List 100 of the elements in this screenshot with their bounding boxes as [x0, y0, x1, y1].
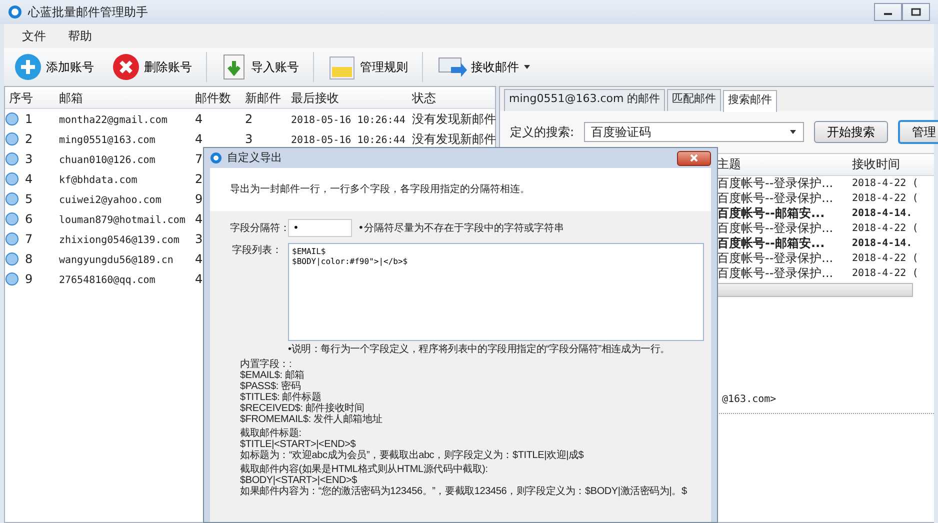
table-cell: 7	[195, 152, 203, 166]
status-globe-icon	[5, 232, 19, 246]
close-icon	[690, 154, 698, 162]
tab[interactable]: ming0551@163.com 的邮件	[504, 89, 666, 110]
column-header: 状态	[411, 90, 437, 106]
status-globe-icon	[5, 172, 19, 186]
table-cell-text: 百度帐号--登录保护...	[716, 250, 834, 267]
help-text: 如果邮件内容为：“您的激活密码为123456。”，要截取123456，则字段定义为：$BODY|激活密码为|。$	[240, 486, 687, 497]
table-cell: zhixiong0546@139.com	[59, 235, 180, 246]
window-title: 心蓝批量邮件管理助手	[28, 4, 148, 21]
table-cell-text: 2018-4-22 (	[851, 192, 918, 206]
table-cell-text: 4	[25, 171, 33, 188]
field-list-box[interactable]: $EMAIL$ $BODY|color:#f90">|</b>$	[288, 243, 704, 341]
search-button[interactable]: 开始搜索	[814, 120, 888, 142]
table-cell: 2	[195, 172, 203, 186]
table-cell-text: 2018-4-22 (	[851, 222, 918, 236]
help-text: $EMAIL$: 邮箱	[240, 370, 304, 381]
maximize-icon	[911, 8, 921, 16]
table-cell-text: 2018-4-22 (	[851, 266, 918, 280]
table-cell-text: 百度帐号--登录保护...	[716, 175, 834, 192]
table-cell: chuan010@126.com	[59, 155, 156, 166]
description-text: 导出为一封邮件一行，一行多个字段，各字段用指定的分隔符相连。	[210, 168, 711, 211]
toolbar-button[interactable]: 删除账号	[108, 53, 196, 81]
table-cell: 3	[195, 232, 203, 246]
toolbar-button[interactable]: 添加账号	[10, 53, 98, 81]
column-header: 邮箱	[58, 90, 84, 106]
close-button[interactable]	[677, 150, 711, 166]
status-globe-icon	[5, 152, 19, 166]
maximize-button[interactable]	[902, 3, 930, 21]
app-logo-icon	[8, 5, 22, 19]
status-globe-icon	[5, 112, 19, 126]
table-cell: 4	[195, 252, 203, 266]
column-header: 新邮件	[244, 90, 282, 106]
dialog-logo-icon	[210, 152, 222, 164]
dialog-title: 自定义导出	[227, 150, 282, 166]
table-cell: 2018-05-16 10:26:44	[291, 115, 406, 126]
toolbar-button[interactable]: 接收邮件	[433, 53, 535, 81]
status-globe-icon	[5, 252, 19, 266]
table-cell: 2	[245, 112, 253, 126]
minimize-button[interactable]	[874, 3, 902, 21]
table-cell: 4	[195, 272, 203, 286]
table-cell-text: 2018-4-22 (	[851, 176, 918, 190]
table-cell-text: 百度帐号--登录保护...	[716, 265, 834, 282]
toolbar-button[interactable]: 导入账号	[217, 53, 303, 81]
table-cell-text: 百度帐号--登录保护...	[716, 220, 834, 236]
table-cell: kf@bhdata.com	[59, 175, 138, 186]
table-cell: 没有发现新邮件	[412, 132, 496, 146]
status-globe-icon	[5, 192, 19, 206]
menu-item[interactable]: 文件	[22, 27, 46, 45]
search-label: 定义的搜索:	[510, 124, 574, 140]
column-header: 接收时间	[851, 156, 901, 173]
status-globe-icon	[5, 132, 19, 146]
hint-text: •分隔符尽量为不存在于字段中的字符或字符串	[358, 222, 564, 236]
help-text: 如标题为：“欢迎abc成为会员”，要截取出abc，则字段定义为：$TITLE|欢迎|成$	[240, 450, 584, 461]
search-dropdown[interactable]: 百度验证码	[584, 122, 804, 142]
table-cell: 9	[195, 192, 203, 206]
table-cell-text: 8	[25, 251, 33, 268]
help-text: $PASS$: 密码	[240, 381, 301, 392]
preview-text: @163.com>	[722, 392, 776, 406]
table-cell-text: 2018-4-22 (	[851, 252, 918, 266]
table-cell-text: 2	[25, 131, 33, 148]
table-cell: 没有发现新邮件	[412, 112, 496, 126]
table-cell: montha22@gmail.com	[59, 115, 168, 126]
column-header: 最后接收	[290, 90, 340, 106]
table-cell-text: 5	[25, 191, 33, 208]
caret-icon	[789, 128, 798, 134]
table-cell: 4	[195, 132, 203, 146]
table-cell-text: 2018-4-14.	[851, 206, 914, 220]
caret-icon	[523, 64, 531, 70]
table-cell-text: 9	[25, 271, 33, 288]
table-cell-text: 6	[25, 211, 33, 228]
menu-item[interactable]: 帮助	[68, 27, 92, 45]
table-cell: wangyungdu56@189.cn	[59, 255, 174, 266]
table-cell-text: 百度帐号--邮箱安...	[716, 205, 826, 222]
help-text: $TITLE|<START>|<END>$	[240, 439, 356, 450]
table-cell-text: 2018-4-14.	[851, 236, 914, 250]
table-cell: louman879@hotmail.com	[59, 215, 186, 226]
help-text: $TITLE$: 邮件标题	[240, 392, 322, 403]
table-cell-text: 3	[25, 151, 33, 168]
table-cell: 4	[195, 212, 203, 226]
table-cell: 2018-05-16 10:26:44	[291, 135, 406, 146]
note-text: •说明：每行为一个字段定义，程序将列表中的字段用指定的“字段分隔符”相连成为一行。	[288, 344, 670, 355]
table-cell: 3	[245, 132, 253, 146]
help-text: 截取邮件标题:	[240, 428, 302, 439]
table-cell: 276548160@qq.com	[59, 275, 156, 286]
help-text: 截取邮件内容(如果是HTML格式则从HTML源代码中截取):	[240, 464, 488, 475]
tab[interactable]: 匹配邮件	[667, 89, 722, 110]
help-text: $FROMEMAIL$: 发件人邮箱地址	[240, 414, 382, 425]
table-cell-text: 百度帐号--登录保护...	[716, 190, 834, 206]
search-button[interactable]: 管理	[898, 120, 938, 144]
field-label: 字段列表：	[231, 244, 282, 258]
help-text: $RECEIVED$: 邮件接收时间	[240, 403, 364, 414]
toolbar-button[interactable]: 管理规则	[324, 53, 412, 81]
separator-field[interactable]: •	[288, 219, 352, 237]
column-header: 邮件数	[194, 90, 232, 106]
table-cell: cuiwei2@yahoo.com	[59, 195, 162, 206]
plus-icon	[14, 53, 42, 81]
table-cell-text: 百度帐号--邮箱安...	[716, 235, 826, 252]
tab[interactable]: 搜索邮件	[723, 90, 778, 112]
delete-icon	[112, 53, 140, 81]
